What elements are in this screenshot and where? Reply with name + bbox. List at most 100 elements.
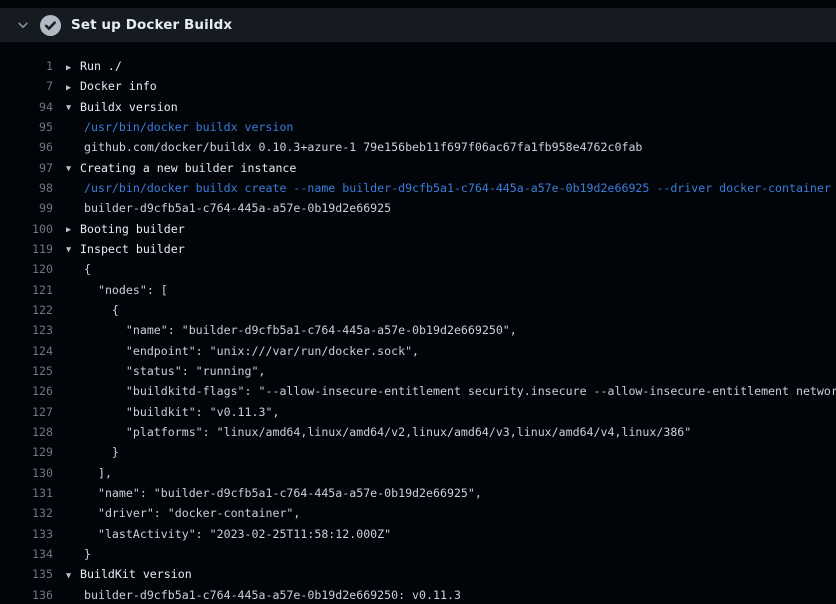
output-text: {	[66, 259, 836, 279]
line-number[interactable]: 98	[0, 178, 53, 198]
output-text: "name": "builder-d9cfb5a1-c764-445a-a57e…	[66, 483, 836, 503]
log-group-toggle[interactable]: ▶Docker info	[66, 76, 836, 96]
log-line-96: 96 github.com/docker/buildx 0.10.3+azure-…	[0, 137, 836, 157]
step-header[interactable]: Set up Docker Buildx	[0, 8, 836, 42]
command-text: /usr/bin/docker buildx version	[66, 117, 836, 137]
output-text: "buildkit": "v0.11.3",	[66, 402, 836, 422]
check-circle-icon	[40, 15, 61, 36]
log-line-7: 7 ▶Docker info	[0, 76, 836, 96]
log-line-122: 122 {	[0, 300, 836, 320]
group-title: Buildx version	[80, 100, 178, 114]
line-number[interactable]: 126	[0, 381, 53, 401]
line-number[interactable]: 120	[0, 259, 53, 279]
log-group-toggle[interactable]: ▼Creating a new builder instance	[66, 158, 836, 178]
output-text: "name": "builder-d9cfb5a1-c764-445a-a57e…	[66, 320, 836, 340]
output-text: "status": "running",	[66, 361, 836, 381]
line-number[interactable]: 96	[0, 137, 53, 157]
line-number[interactable]: 131	[0, 483, 53, 503]
line-number[interactable]: 128	[0, 422, 53, 442]
log-group-toggle[interactable]: ▼Buildx version	[66, 97, 836, 117]
line-number[interactable]: 127	[0, 402, 53, 422]
output-text: {	[66, 300, 836, 320]
line-number[interactable]: 136	[0, 585, 53, 604]
step-title: Set up Docker Buildx	[71, 17, 232, 33]
line-number[interactable]: 130	[0, 463, 53, 483]
triangle-down-icon: ▼	[66, 98, 80, 117]
log-line-135: 135 ▼BuildKit version	[0, 564, 836, 584]
line-number[interactable]: 1	[0, 56, 53, 76]
triangle-right-icon: ▶	[66, 78, 80, 97]
line-number[interactable]: 122	[0, 300, 53, 320]
output-text: }	[66, 544, 836, 564]
line-number[interactable]: 97	[0, 158, 53, 178]
line-number[interactable]: 94	[0, 97, 53, 117]
log-line-129: 129 }	[0, 442, 836, 462]
output-text: builder-d9cfb5a1-c764-445a-a57e-0b19d2e6…	[66, 198, 836, 218]
output-text: github.com/docker/buildx 0.10.3+azure-1 …	[66, 137, 836, 157]
actions-log-viewer: Set up Docker Buildx 1▶Run ./7▶Docker in…	[0, 0, 836, 604]
triangle-down-icon: ▼	[66, 566, 80, 585]
log-lines: 1▶Run ./7▶Docker info94▼Buildx version95…	[0, 56, 836, 604]
log-line-136: 136 builder-d9cfb5a1-c764-445a-a57e-0b19d…	[0, 585, 836, 604]
line-number[interactable]: 95	[0, 117, 53, 137]
log-line-1: 1 ▶Run ./	[0, 56, 836, 76]
triangle-down-icon: ▼	[66, 240, 80, 259]
output-text: "buildkitd-flags": "--allow-insecure-ent…	[66, 381, 836, 401]
output-text: "platforms": "linux/amd64,linux/amd64/v2…	[66, 422, 836, 442]
triangle-right-icon: ▶	[66, 220, 80, 239]
group-title: Booting builder	[80, 222, 185, 236]
log-line-121: 121 "nodes": [	[0, 280, 836, 300]
log-line-128: 128 "platforms": "linux/amd64,linux/amd6…	[0, 422, 836, 442]
output-text: ],	[66, 463, 836, 483]
log-line-119: 119 ▼Inspect builder	[0, 239, 836, 259]
line-number[interactable]: 129	[0, 442, 53, 462]
output-text: }	[66, 442, 836, 462]
line-number[interactable]: 119	[0, 239, 53, 259]
log-line-98: 98/usr/bin/docker buildx create --name b…	[0, 178, 836, 198]
log-line-95: 95/usr/bin/docker buildx version	[0, 117, 836, 137]
log-group-toggle[interactable]: ▶Booting builder	[66, 219, 836, 239]
log-line-100: 100 ▶Booting builder	[0, 219, 836, 239]
log-line-133: 133 "lastActivity": "2023-02-25T11:58:12…	[0, 524, 836, 544]
line-number[interactable]: 124	[0, 341, 53, 361]
log-line-124: 124 "endpoint": "unix:///var/run/docker.…	[0, 341, 836, 361]
log-line-127: 127 "buildkit": "v0.11.3",	[0, 402, 836, 422]
output-text: builder-d9cfb5a1-c764-445a-a57e-0b19d2e6…	[66, 585, 836, 604]
log-line-125: 125 "status": "running",	[0, 361, 836, 381]
log-line-97: 97 ▼Creating a new builder instance	[0, 158, 836, 178]
output-text: "driver": "docker-container",	[66, 503, 836, 523]
line-number[interactable]: 100	[0, 219, 53, 239]
chevron-down-icon[interactable]	[15, 17, 31, 33]
line-number[interactable]: 7	[0, 76, 53, 96]
triangle-right-icon: ▶	[66, 58, 80, 77]
group-title: Creating a new builder instance	[80, 161, 296, 175]
triangle-down-icon: ▼	[66, 159, 80, 178]
log-line-99: 99 builder-d9cfb5a1-c764-445a-a57e-0b19d2…	[0, 198, 836, 218]
group-title: Docker info	[80, 79, 157, 93]
line-number[interactable]: 135	[0, 564, 53, 584]
command-text: /usr/bin/docker buildx create --name bui…	[66, 178, 836, 198]
log-line-126: 126 "buildkitd-flags": "--allow-insecure…	[0, 381, 836, 401]
line-number[interactable]: 134	[0, 544, 53, 564]
output-text: "endpoint": "unix:///var/run/docker.sock…	[66, 341, 836, 361]
line-number[interactable]: 125	[0, 361, 53, 381]
group-title: Run ./	[80, 59, 122, 73]
log-group-toggle[interactable]: ▼Inspect builder	[66, 239, 836, 259]
line-number[interactable]: 121	[0, 280, 53, 300]
log-line-120: 120 {	[0, 259, 836, 279]
log-line-131: 131 "name": "builder-d9cfb5a1-c764-445a-…	[0, 483, 836, 503]
output-text: "lastActivity": "2023-02-25T11:58:12.000…	[66, 524, 836, 544]
line-number[interactable]: 133	[0, 524, 53, 544]
log-group-toggle[interactable]: ▶Run ./	[66, 56, 836, 76]
line-number[interactable]: 132	[0, 503, 53, 523]
output-text: "nodes": [	[66, 280, 836, 300]
log-line-134: 134}	[0, 544, 836, 564]
log-line-130: 130 ],	[0, 463, 836, 483]
group-title: BuildKit version	[80, 567, 192, 581]
log-line-94: 94 ▼Buildx version	[0, 97, 836, 117]
log-line-132: 132 "driver": "docker-container",	[0, 503, 836, 523]
line-number[interactable]: 99	[0, 198, 53, 218]
line-number[interactable]: 123	[0, 320, 53, 340]
log-group-toggle[interactable]: ▼BuildKit version	[66, 564, 836, 584]
group-title: Inspect builder	[80, 242, 185, 256]
